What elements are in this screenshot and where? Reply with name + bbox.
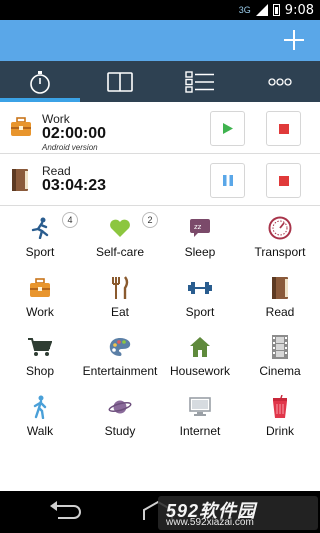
activity-housework[interactable]: Housework (160, 327, 240, 387)
activity-sport[interactable]: Sport 4 (0, 208, 80, 268)
tab-more[interactable] (240, 61, 320, 102)
book-icon (107, 71, 133, 92)
stop-button[interactable] (266, 163, 301, 198)
count-badge: 4 (62, 212, 78, 228)
tab-bar (0, 61, 320, 102)
timer-subtitle: Android version (42, 143, 98, 152)
monitor-icon (189, 396, 211, 416)
activity-label: Self-care (95, 245, 145, 259)
stop-button[interactable] (266, 111, 301, 146)
heart-icon (110, 219, 130, 237)
activity-label: Housework (169, 364, 231, 378)
activity-label: Eat (110, 304, 129, 319)
timer-time: 03:04:23 (42, 177, 107, 194)
play-button[interactable] (210, 111, 245, 146)
activity-walk[interactable]: Walk (0, 387, 80, 447)
back-icon (50, 501, 81, 519)
signal-icon (255, 4, 268, 16)
stop-icon (278, 175, 289, 186)
activity-self-care[interactable]: Self-care 2 (80, 208, 160, 268)
dumbbell-icon (188, 281, 212, 294)
pause-icon (222, 175, 233, 186)
walker-icon (33, 395, 47, 419)
activity-label: Cinema (259, 364, 301, 378)
activity-sleep[interactable]: zz Sleep (160, 208, 240, 268)
activity-label: Entertainment (82, 364, 158, 378)
network-type: 3G (238, 5, 251, 15)
fork-knife-icon (112, 275, 129, 299)
timer-name: Read (42, 164, 71, 178)
status-bar: 3G 9:08 (0, 0, 320, 20)
activity-label: Transport (254, 245, 306, 259)
timer-row: Work 02:00:00 Android version (0, 104, 320, 154)
timer-row: Read 03:04:23 (0, 156, 320, 206)
activity-sport-2[interactable]: Sport (160, 268, 240, 328)
briefcase-icon (11, 117, 31, 136)
house-icon (190, 337, 210, 357)
activity-label: Drink (265, 423, 294, 438)
stop-icon (278, 123, 289, 134)
cart-icon (28, 338, 52, 356)
play-icon (222, 123, 233, 134)
book-icon (12, 169, 28, 191)
action-bar (0, 20, 320, 61)
battery-icon (272, 4, 280, 16)
add-button[interactable] (280, 26, 308, 54)
activity-label: Internet (179, 423, 221, 438)
activity-study[interactable]: Study (80, 387, 160, 447)
count-badge: 2 (142, 212, 158, 228)
activity-internet[interactable]: Internet (160, 387, 240, 447)
activity-work[interactable]: Work (0, 268, 80, 328)
timer-name: Work (42, 112, 70, 126)
activity-label: Sport (25, 245, 55, 259)
activity-drink[interactable]: Drink (240, 387, 320, 447)
cup-icon (273, 394, 287, 418)
stopwatch-icon (30, 70, 50, 94)
activity-shop[interactable]: Shop (0, 327, 80, 387)
activity-eat[interactable]: Eat (80, 268, 160, 328)
activity-entertainment[interactable]: Entertainment (80, 327, 160, 387)
book-icon (272, 276, 288, 299)
runner-icon (31, 217, 49, 239)
svg-text:zz: zz (194, 223, 202, 231)
tab-stopwatch[interactable] (0, 61, 80, 102)
activity-label: Read (265, 304, 295, 319)
activity-label: Shop (25, 364, 55, 378)
tab-list[interactable] (160, 61, 240, 102)
pause-button[interactable] (210, 163, 245, 198)
tab-book[interactable] (80, 61, 160, 102)
more-icon (268, 77, 292, 86)
activity-grid: Sport 4 Self-care 2 zz Sleep Transport W… (0, 208, 320, 446)
activity-label: Walk (26, 423, 54, 438)
watermark: 592软件园 www.592xiazai.com (158, 496, 318, 530)
briefcase-icon (30, 277, 50, 297)
activity-label: Sleep (184, 245, 216, 259)
list-icon (185, 70, 214, 93)
planet-icon (108, 400, 132, 413)
back-button[interactable] (48, 500, 88, 524)
film-icon (272, 335, 288, 359)
sleep-icon: zz (190, 219, 210, 237)
system-nav-bar: 592软件园 www.592xiazai.com (0, 491, 320, 533)
activity-transport[interactable]: Transport (240, 208, 320, 268)
activity-read[interactable]: Read (240, 268, 320, 328)
timer-time: 02:00:00 (42, 125, 107, 142)
watermark-url: www.592xiazai.com (166, 517, 254, 528)
activity-cinema[interactable]: Cinema (240, 327, 320, 387)
speedometer-icon (268, 216, 292, 240)
activity-label: Sport (185, 304, 215, 319)
activity-label: Work (26, 304, 54, 319)
activity-label: Study (104, 423, 136, 438)
clock: 9:08 (284, 2, 314, 18)
palette-icon (109, 338, 131, 356)
